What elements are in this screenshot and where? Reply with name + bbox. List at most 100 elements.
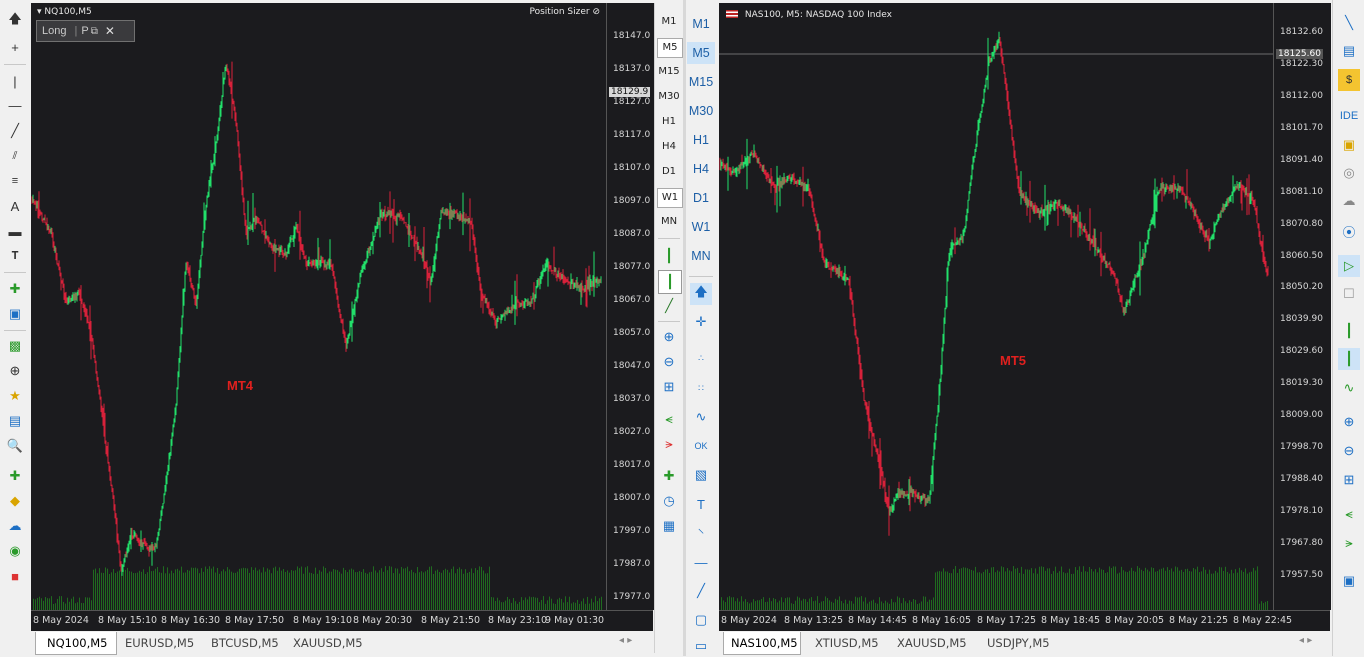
screenshot-icon[interactable]: ▣: [1338, 570, 1360, 592]
bar-chart-icon[interactable]: ┃: [1338, 320, 1360, 342]
vertical-line-icon[interactable]: |: [4, 70, 26, 92]
autoscroll-icon[interactable]: ⪪: [1338, 503, 1360, 525]
tab-xauusd[interactable]: XAUUSD,M5: [897, 636, 967, 650]
zoom-in-icon[interactable]: ⊕: [1338, 411, 1360, 433]
tab-xauusd[interactable]: XAUUSD,M5: [293, 636, 363, 650]
mt4-timeframe-d1[interactable]: D1: [657, 163, 681, 181]
long-label[interactable]: Long: [42, 25, 66, 37]
mt5-timeframe-w1[interactable]: W1: [687, 216, 715, 238]
tab-scroll-arrows[interactable]: ◂ ▸: [619, 635, 632, 646]
mt4-timeframe-m1[interactable]: M1: [657, 13, 681, 31]
dollar-icon[interactable]: $: [1338, 69, 1360, 91]
mt4-chart-area[interactable]: ▾ NQ100,M5 Position Sizer ⊘ Long | P ⧉ ✕…: [31, 3, 606, 610]
metaeditor-icon[interactable]: ◆: [4, 490, 26, 512]
play-icon[interactable]: ▷: [1338, 255, 1360, 277]
crosshair-icon[interactable]: ✛: [690, 311, 712, 333]
zoom-out-icon[interactable]: ⊖: [658, 351, 680, 373]
maximize-icon[interactable]: ⧉: [91, 26, 98, 37]
new-order-icon[interactable]: ✚: [4, 278, 26, 300]
wave-chart-icon[interactable]: ∿: [690, 406, 712, 428]
tab-nq100[interactable]: NQ100,M5: [47, 636, 108, 650]
zoom-in-icon[interactable]: ⊕: [658, 326, 680, 348]
tab-eurusd[interactable]: EURUSD,M5: [125, 636, 194, 650]
rectangle-icon[interactable]: ▢: [690, 609, 712, 631]
mt4-timeframe-m30[interactable]: M30: [657, 88, 681, 106]
mt5-timeframe-h4[interactable]: H4: [687, 158, 715, 180]
market-icon[interactable]: ■: [4, 565, 26, 587]
cursor-icon[interactable]: 🡅: [4, 10, 26, 32]
mt4-timeframe-mn[interactable]: MN: [657, 213, 681, 231]
template-icon[interactable]: ▦: [658, 515, 680, 537]
tab-btcusd[interactable]: BTCUSD,M5: [211, 636, 279, 650]
line-chart-icon[interactable]: ∿: [1338, 377, 1360, 399]
label-icon[interactable]: 𝐓: [4, 245, 26, 267]
tile-windows-icon[interactable]: ⊞: [658, 376, 680, 398]
navigator-icon[interactable]: ⊕: [4, 360, 26, 382]
crosshair-icon[interactable]: +: [4, 36, 26, 58]
mt5-timeframe-m15[interactable]: M15: [687, 71, 715, 93]
mt5-timeframe-h1[interactable]: H1: [687, 129, 715, 151]
mt4-timeframe-m5[interactable]: M5: [657, 38, 683, 58]
mt4-timeframe-h4[interactable]: H4: [657, 138, 681, 156]
candle-chart-icon[interactable]: ┃: [658, 270, 682, 294]
market-watch-icon[interactable]: ╲: [1338, 12, 1360, 34]
vps-icon[interactable]: ⦿: [1338, 220, 1360, 242]
mt5-chart-area[interactable]: NAS100, M5: NASDAQ 100 Index MT5: [719, 3, 1273, 610]
data-window-icon[interactable]: ▤: [1338, 40, 1360, 62]
rectangle-icon[interactable]: ▬: [4, 220, 26, 242]
signal-icon[interactable]: ◎: [1338, 162, 1360, 184]
trendline-icon[interactable]: ╱: [690, 580, 712, 602]
mt4-timeframe-w1[interactable]: W1: [657, 188, 683, 208]
elliott-abc-icon[interactable]: ∴: [690, 347, 712, 369]
tester-icon[interactable]: 🔍: [4, 435, 26, 457]
mt4-timeframe-m15[interactable]: M15: [657, 63, 681, 81]
terminal-icon[interactable]: ▤: [4, 410, 26, 432]
fibonacci-icon[interactable]: ≡: [4, 170, 26, 192]
position-sizer-label[interactable]: Position Sizer ⊘: [530, 7, 601, 17]
mt5-timeframe-d1[interactable]: D1: [687, 187, 715, 209]
horizontal-line-icon[interactable]: —: [690, 551, 712, 573]
mt5-timeframe-m30[interactable]: M30: [687, 100, 715, 122]
close-circle-icon[interactable]: ⊘: [592, 7, 600, 17]
signals-icon[interactable]: ☁: [4, 515, 26, 537]
close-icon[interactable]: ✕: [105, 24, 115, 38]
autoscroll-icon[interactable]: ⪪: [658, 408, 680, 430]
trendline-icon[interactable]: ╱: [4, 120, 26, 142]
add-document-icon[interactable]: ☐: [1338, 283, 1360, 305]
channel-icon[interactable]: ⫽: [4, 145, 26, 167]
mt5-timeframe-m1[interactable]: M1: [687, 13, 715, 35]
tab-scroll-arrows[interactable]: ◂ ▸: [1299, 635, 1312, 646]
more-tools-icon[interactable]: ▭: [690, 635, 712, 657]
tab-usdjpy[interactable]: USDJPY,M5: [987, 636, 1050, 650]
ide-button[interactable]: IDE: [1338, 105, 1360, 127]
mt5-timeframe-mn[interactable]: MN: [687, 245, 715, 267]
line-chart-icon[interactable]: ╱: [658, 295, 680, 317]
mt4-timeframe-h1[interactable]: H1: [657, 113, 681, 131]
period-clock-icon[interactable]: ◷: [658, 490, 680, 512]
ok-icon[interactable]: OK: [690, 435, 712, 457]
text-icon[interactable]: A: [4, 195, 26, 217]
indicator-add-icon[interactable]: ✚: [658, 465, 680, 487]
p-label[interactable]: P: [81, 25, 88, 37]
mt5-timeframe-m5[interactable]: M5: [687, 42, 715, 64]
text-icon[interactable]: T: [690, 493, 712, 515]
favorites-icon[interactable]: ★: [4, 385, 26, 407]
horizontal-line-icon[interactable]: —: [4, 94, 26, 116]
add-chart-icon[interactable]: ✚: [4, 465, 26, 487]
window-icon[interactable]: ▣: [4, 303, 26, 325]
lock-icon[interactable]: ▣: [1338, 134, 1360, 156]
tab-nas100[interactable]: NAS100,M5: [731, 636, 798, 650]
select-cursor-icon[interactable]: 🡅: [690, 283, 712, 305]
elliott-135-icon[interactable]: ∷: [690, 377, 712, 399]
tab-xtiusd[interactable]: XTIUSD,M5: [815, 636, 879, 650]
bar-chart-icon[interactable]: ┃: [658, 245, 680, 267]
chart-shift-icon[interactable]: ⪫: [1338, 532, 1360, 554]
news-icon[interactable]: ◉: [4, 540, 26, 562]
image-icon[interactable]: ▧: [690, 464, 712, 486]
tile-windows-icon[interactable]: ⊞: [1338, 469, 1360, 491]
text-box-icon[interactable]: ⸌: [690, 522, 712, 544]
indicators-icon[interactable]: ▩: [4, 335, 26, 357]
zoom-out-icon[interactable]: ⊖: [1338, 440, 1360, 462]
position-sizer-widget[interactable]: Long | P ⧉ ✕: [36, 20, 135, 42]
chart-shift-icon[interactable]: ⪫: [658, 433, 680, 455]
